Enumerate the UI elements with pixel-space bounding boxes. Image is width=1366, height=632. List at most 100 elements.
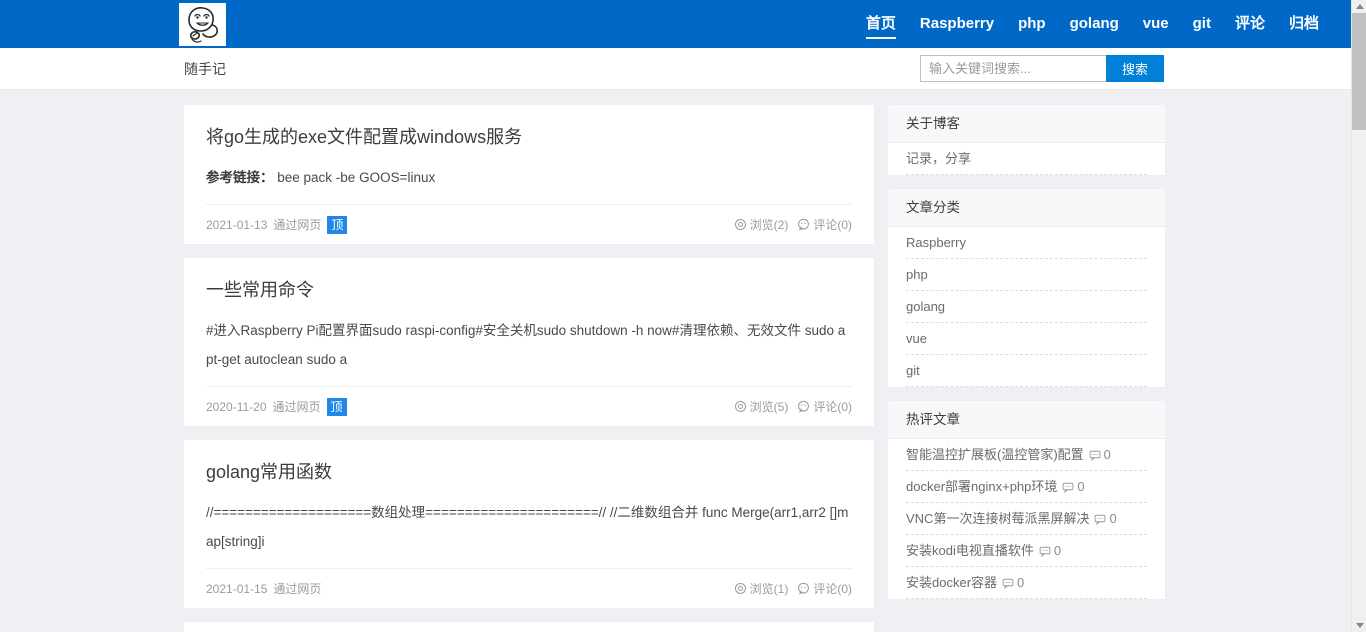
article-views: 浏览(2) <box>734 216 789 233</box>
nav-item-golang[interactable]: golang <box>1070 0 1119 48</box>
article-comments-label: 评论(0) <box>813 400 852 414</box>
status-badge: 顶 <box>326 397 347 416</box>
comment-icon <box>1062 481 1074 493</box>
main-container: 将go生成的exe文件配置成windows服务 参考链接： bee pack -… <box>0 90 1351 632</box>
main-nav: 首页 Raspberry php golang vue git 评论 归档 <box>865 0 1319 48</box>
nav-item-comments[interactable]: 评论 <box>1235 0 1265 48</box>
article-comments: 评论(0) <box>797 398 852 415</box>
search-form: 搜索 <box>920 55 1164 82</box>
article-footer: 2020-11-20 通过网页 顶 浏览(5) 评论(0) <box>206 386 852 426</box>
hot-article-item[interactable]: 安装kodi电视直播软件 0 <box>906 535 1147 567</box>
eye-icon <box>734 400 747 413</box>
article-views: 浏览(1) <box>734 580 789 597</box>
article-footer: 2021-01-13 通过网页 顶 浏览(2) 评论(0) <box>206 204 852 244</box>
comment-icon <box>797 582 810 595</box>
hot-article-label: 安装docker容器 <box>906 575 998 590</box>
article-views: 浏览(5) <box>734 398 789 415</box>
widget-about-title: 关于博客 <box>888 105 1165 143</box>
status-badge: 顶 <box>327 215 348 234</box>
hot-article-item[interactable]: VNC第一次连接树莓派黑屏解决 0 <box>906 503 1147 535</box>
nav-item-vue[interactable]: vue <box>1143 0 1169 48</box>
site-title: 随手记 <box>184 61 226 77</box>
comment-icon <box>797 218 810 231</box>
article-footer: 2021-01-15 通过网页 浏览(1) 评论(0) <box>206 568 852 608</box>
category-item-golang[interactable]: golang <box>906 291 1147 323</box>
hot-article-item[interactable]: docker部署nginx+php环境 0 <box>906 471 1147 503</box>
article-comments: 评论(0) <box>797 216 852 233</box>
search-input[interactable] <box>920 55 1106 82</box>
widget-about-text: 记录，分享 <box>906 143 1147 175</box>
article-meta-right: 浏览(1) 评论(0) <box>734 580 852 597</box>
article-card[interactable]: 安装OpenMediaVault（NAS系统） <box>184 622 874 632</box>
article-title[interactable]: 一些常用命令 <box>206 278 852 302</box>
article-card[interactable]: 将go生成的exe文件配置成windows服务 参考链接： bee pack -… <box>184 105 874 244</box>
hot-article-label: VNC第一次连接树莓派黑屏解决 <box>906 511 1090 526</box>
vertical-scrollbar[interactable] <box>1351 0 1366 632</box>
article-card[interactable]: golang常用函数 //====================数组处理===… <box>184 440 874 608</box>
article-excerpt: //====================数组处理==============… <box>206 505 849 549</box>
comment-icon <box>1089 449 1101 461</box>
sidebar: 关于博客 记录，分享 文章分类 Raspberry php golang vue… <box>888 105 1165 613</box>
hot-article-label: 智能温控扩展板(温控管家)配置 <box>906 447 1084 462</box>
article-source: 通过网页 <box>273 218 322 232</box>
nav-item-home[interactable]: 首页 <box>865 0 896 48</box>
widget-categories: 文章分类 Raspberry php golang vue git <box>888 189 1165 387</box>
comment-icon <box>1002 577 1014 589</box>
article-list: 将go生成的exe文件配置成windows服务 参考链接： bee pack -… <box>184 105 874 632</box>
article-views-label: 浏览(5) <box>749 400 789 414</box>
hot-article-item[interactable]: 安装docker容器 0 <box>906 567 1147 599</box>
article-excerpt-text: bee pack -be GOOS=linux <box>277 170 436 185</box>
article-date: 2021-01-15 <box>206 581 268 596</box>
category-item-git[interactable]: git <box>906 355 1147 387</box>
widget-categories-title: 文章分类 <box>888 189 1165 227</box>
widget-categories-body: Raspberry php golang vue git <box>888 227 1165 387</box>
site-header: 首页 Raspberry php golang vue git 评论 归档 <box>0 0 1351 48</box>
category-item-php[interactable]: php <box>906 259 1147 291</box>
scrollbar-thumb[interactable] <box>1352 13 1366 130</box>
category-item-vue[interactable]: vue <box>906 323 1147 355</box>
hot-article-item[interactable]: 智能温控扩展板(温控管家)配置 0 <box>906 439 1147 471</box>
article-excerpt: 参考链接： bee pack -be GOOS=linux <box>206 163 852 192</box>
site-logo[interactable] <box>179 3 226 46</box>
widget-hot-body: 智能温控扩展板(温控管家)配置 0 docker部署nginx+php环境 0 VN… <box>888 439 1165 599</box>
article-meta-left: 2021-01-15 通过网页 <box>206 580 321 597</box>
hot-article-label: docker部署nginx+php环境 <box>906 479 1058 494</box>
nav-item-git[interactable]: git <box>1193 0 1211 48</box>
nav-item-php[interactable]: php <box>1018 0 1046 48</box>
hot-article-count: 0 <box>1109 511 1117 526</box>
sketch-face-logo-icon <box>188 7 218 43</box>
article-card[interactable]: 一些常用命令 #进入Raspberry Pi配置界面sudo raspi-con… <box>184 258 874 426</box>
article-comments: 评论(0) <box>797 580 852 597</box>
comment-icon <box>797 400 810 413</box>
eye-icon <box>734 218 747 231</box>
article-views-label: 浏览(2) <box>749 218 789 232</box>
nav-item-raspberry[interactable]: Raspberry <box>920 0 994 48</box>
article-excerpt-label: 参考链接： <box>206 170 274 185</box>
search-button[interactable]: 搜索 <box>1106 55 1164 82</box>
chevron-down-icon[interactable] <box>1352 619 1366 632</box>
article-source: 通过网页 <box>272 400 321 414</box>
article-title[interactable]: 将go生成的exe文件配置成windows服务 <box>206 125 852 149</box>
page-root: 首页 Raspberry php golang vue git 评论 归档 随手… <box>0 0 1351 632</box>
widget-about: 关于博客 记录，分享 <box>888 105 1165 175</box>
hot-article-count: 0 <box>1077 479 1085 494</box>
article-title[interactable]: golang常用函数 <box>206 460 852 484</box>
widget-hot-articles: 热评文章 智能温控扩展板(温控管家)配置 0 docker部署nginx+php环… <box>888 401 1165 599</box>
comment-icon <box>1039 545 1051 557</box>
comment-icon <box>1094 513 1106 525</box>
article-meta-right: 浏览(5) 评论(0) <box>734 398 852 415</box>
category-item-raspberry[interactable]: Raspberry <box>906 227 1147 259</box>
widget-hot-title: 热评文章 <box>888 401 1165 439</box>
browser-viewport: 首页 Raspberry php golang vue git 评论 归档 随手… <box>0 0 1366 632</box>
hot-article-label: 安装kodi电视直播软件 <box>906 543 1034 558</box>
article-views-label: 浏览(1) <box>749 582 789 596</box>
article-meta-left: 2020-11-20 通过网页 顶 <box>206 397 347 416</box>
hot-article-count: 0 <box>1053 543 1062 558</box>
hot-article-count: 0 <box>1017 575 1025 590</box>
nav-item-archive[interactable]: 归档 <box>1289 0 1319 48</box>
widget-about-body: 记录，分享 <box>888 143 1165 175</box>
chevron-up-icon[interactable] <box>1352 0 1366 13</box>
article-date: 2020-11-20 <box>206 399 267 414</box>
sub-header: 随手记 搜索 <box>0 48 1351 90</box>
article-comments-label: 评论(0) <box>813 218 852 232</box>
